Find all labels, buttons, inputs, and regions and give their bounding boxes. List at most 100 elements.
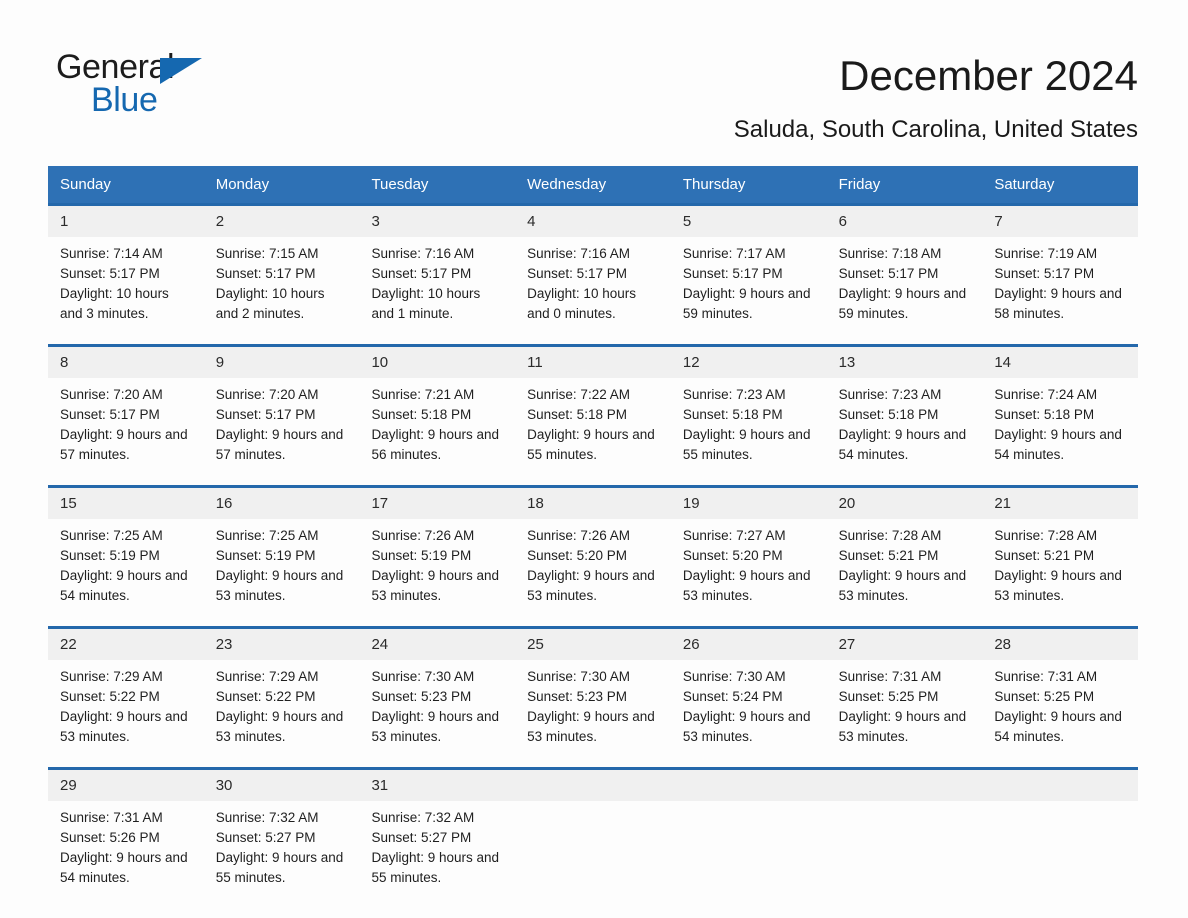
day-details: Sunrise: 7:32 AM Sunset: 5:27 PM Dayligh… <box>204 801 360 898</box>
day-cell[interactable]: 17 Sunrise: 7:26 AM Sunset: 5:19 PM Dayl… <box>359 488 516 616</box>
week-row: 22 Sunrise: 7:29 AM Sunset: 5:22 PM Dayl… <box>48 626 1139 757</box>
sunrise-text: Sunrise: 7:17 AM <box>682 246 786 261</box>
day-number: 11 <box>515 347 671 378</box>
day-cell[interactable]: 15 Sunrise: 7:25 AM Sunset: 5:19 PM Dayl… <box>48 488 204 616</box>
day-number: 19 <box>670 488 827 519</box>
day-details: Sunrise: 7:27 AM Sunset: 5:20 PM Dayligh… <box>671 519 827 616</box>
daylight-text: Daylight: 9 hours and 53 minutes. <box>994 568 1122 603</box>
sunset-text: Sunset: 5:20 PM <box>527 548 627 563</box>
day-number: 16 <box>203 488 360 519</box>
daylight-text: Daylight: 9 hours and 53 minutes. <box>838 709 967 744</box>
daylight-text: Daylight: 10 hours and 2 minutes. <box>215 286 325 321</box>
day-cell[interactable]: 30 Sunrise: 7:32 AM Sunset: 5:27 PM Dayl… <box>203 770 360 898</box>
daylight-text: Daylight: 9 hours and 53 minutes. <box>371 709 500 744</box>
week-row: 8 Sunrise: 7:20 AM Sunset: 5:17 PM Dayli… <box>48 344 1139 475</box>
day-cell[interactable]: 27 Sunrise: 7:31 AM Sunset: 5:25 PM Dayl… <box>826 629 983 757</box>
sunset-text: Sunset: 5:18 PM <box>994 407 1095 422</box>
day-cell[interactable]: 1 Sunrise: 7:14 AM Sunset: 5:17 PM Dayli… <box>48 206 204 334</box>
week-row: 15 Sunrise: 7:25 AM Sunset: 5:19 PM Dayl… <box>48 485 1139 616</box>
sunset-text: Sunset: 5:17 PM <box>371 266 472 281</box>
daylight-text: Daylight: 9 hours and 55 minutes. <box>371 850 500 885</box>
day-cell[interactable]: 8 Sunrise: 7:20 AM Sunset: 5:17 PM Dayli… <box>48 347 204 475</box>
weekday-header-row: Sunday Monday Tuesday Wednesday Thursday… <box>48 166 1138 203</box>
sunset-text: Sunset: 5:18 PM <box>838 407 939 422</box>
day-cell[interactable]: 13 Sunrise: 7:23 AM Sunset: 5:18 PM Dayl… <box>826 347 983 475</box>
day-number: 28 <box>982 629 1139 660</box>
day-cell-empty <box>670 770 827 898</box>
day-details: Sunrise: 7:23 AM Sunset: 5:18 PM Dayligh… <box>671 378 827 475</box>
day-cell[interactable]: 12 Sunrise: 7:23 AM Sunset: 5:18 PM Dayl… <box>670 347 827 475</box>
day-cell[interactable]: 2 Sunrise: 7:15 AM Sunset: 5:17 PM Dayli… <box>203 206 360 334</box>
daylight-text: Daylight: 9 hours and 54 minutes. <box>994 709 1122 744</box>
sunset-text: Sunset: 5:27 PM <box>215 830 316 845</box>
day-cell-empty <box>826 770 983 898</box>
day-number: 2 <box>203 206 360 237</box>
sunrise-text: Sunrise: 7:23 AM <box>682 387 786 402</box>
day-number: 14 <box>982 347 1139 378</box>
day-cell[interactable]: 3 Sunrise: 7:16 AM Sunset: 5:17 PM Dayli… <box>359 206 516 334</box>
day-cell-empty <box>982 770 1139 898</box>
sunset-text: Sunset: 5:19 PM <box>371 548 472 563</box>
sunset-text: Sunset: 5:19 PM <box>215 548 316 563</box>
daylight-text: Daylight: 9 hours and 57 minutes. <box>60 427 188 462</box>
sunset-text: Sunset: 5:22 PM <box>215 689 316 704</box>
day-cell[interactable]: 26 Sunrise: 7:30 AM Sunset: 5:24 PM Dayl… <box>670 629 827 757</box>
day-cell[interactable]: 20 Sunrise: 7:28 AM Sunset: 5:21 PM Dayl… <box>826 488 983 616</box>
sunrise-text: Sunrise: 7:30 AM <box>682 669 786 684</box>
day-number <box>515 770 671 801</box>
day-cell[interactable]: 11 Sunrise: 7:22 AM Sunset: 5:18 PM Dayl… <box>515 347 671 475</box>
day-cell[interactable]: 10 Sunrise: 7:21 AM Sunset: 5:18 PM Dayl… <box>359 347 516 475</box>
day-cell[interactable]: 31 Sunrise: 7:32 AM Sunset: 5:27 PM Dayl… <box>359 770 516 898</box>
day-cell[interactable]: 25 Sunrise: 7:30 AM Sunset: 5:23 PM Dayl… <box>515 629 671 757</box>
day-cell[interactable]: 5 Sunrise: 7:17 AM Sunset: 5:17 PM Dayli… <box>670 206 827 334</box>
day-cell[interactable]: 24 Sunrise: 7:30 AM Sunset: 5:23 PM Dayl… <box>359 629 516 757</box>
day-cell[interactable]: 22 Sunrise: 7:29 AM Sunset: 5:22 PM Dayl… <box>48 629 204 757</box>
sunset-text: Sunset: 5:19 PM <box>60 548 160 563</box>
sunset-text: Sunset: 5:18 PM <box>527 407 627 422</box>
sunset-text: Sunset: 5:23 PM <box>527 689 627 704</box>
sunset-text: Sunset: 5:21 PM <box>838 548 939 563</box>
daylight-text: Daylight: 9 hours and 53 minutes. <box>527 709 655 744</box>
sunset-text: Sunset: 5:17 PM <box>838 266 939 281</box>
general-blue-logo[interactable]: General Blue <box>56 48 206 117</box>
page-title: December 2024 <box>839 52 1138 99</box>
sunset-text: Sunset: 5:17 PM <box>527 266 627 281</box>
sunset-text: Sunset: 5:25 PM <box>994 689 1095 704</box>
day-cell[interactable]: 14 Sunrise: 7:24 AM Sunset: 5:18 PM Dayl… <box>982 347 1139 475</box>
day-details: Sunrise: 7:19 AM Sunset: 5:17 PM Dayligh… <box>982 237 1138 334</box>
sunrise-sunset-calendar: Sunday Monday Tuesday Wednesday Thursday… <box>48 166 1139 898</box>
day-cell[interactable]: 23 Sunrise: 7:29 AM Sunset: 5:22 PM Dayl… <box>203 629 360 757</box>
day-number: 25 <box>515 629 671 660</box>
day-number: 12 <box>670 347 827 378</box>
day-cell-empty <box>515 770 671 898</box>
day-details: Sunrise: 7:22 AM Sunset: 5:18 PM Dayligh… <box>515 378 671 475</box>
sunrise-text: Sunrise: 7:26 AM <box>371 528 475 543</box>
day-number: 1 <box>48 206 204 237</box>
day-cell[interactable]: 16 Sunrise: 7:25 AM Sunset: 5:19 PM Dayl… <box>203 488 360 616</box>
day-cell[interactable]: 4 Sunrise: 7:16 AM Sunset: 5:17 PM Dayli… <box>515 206 671 334</box>
day-cell[interactable]: 21 Sunrise: 7:28 AM Sunset: 5:21 PM Dayl… <box>982 488 1139 616</box>
day-details: Sunrise: 7:17 AM Sunset: 5:17 PM Dayligh… <box>671 237 827 334</box>
day-cell[interactable]: 6 Sunrise: 7:18 AM Sunset: 5:17 PM Dayli… <box>826 206 983 334</box>
day-cell[interactable]: 19 Sunrise: 7:27 AM Sunset: 5:20 PM Dayl… <box>670 488 827 616</box>
sunset-text: Sunset: 5:17 PM <box>682 266 783 281</box>
day-cell[interactable]: 9 Sunrise: 7:20 AM Sunset: 5:17 PM Dayli… <box>203 347 360 475</box>
day-details: Sunrise: 7:30 AM Sunset: 5:23 PM Dayligh… <box>359 660 515 757</box>
day-cell[interactable]: 28 Sunrise: 7:31 AM Sunset: 5:25 PM Dayl… <box>982 629 1139 757</box>
day-details: Sunrise: 7:14 AM Sunset: 5:17 PM Dayligh… <box>48 237 204 334</box>
day-cell[interactable]: 18 Sunrise: 7:26 AM Sunset: 5:20 PM Dayl… <box>515 488 671 616</box>
sunrise-text: Sunrise: 7:23 AM <box>838 387 942 402</box>
sunset-text: Sunset: 5:17 PM <box>215 266 316 281</box>
sunset-text: Sunset: 5:18 PM <box>682 407 783 422</box>
weekday-header-thursday: Thursday <box>682 176 746 193</box>
week-row: 29 Sunrise: 7:31 AM Sunset: 5:26 PM Dayl… <box>48 767 1139 898</box>
day-number <box>826 770 983 801</box>
weekday-header-wednesday: Wednesday <box>527 176 607 193</box>
sunrise-text: Sunrise: 7:26 AM <box>527 528 630 543</box>
day-cell[interactable]: 7 Sunrise: 7:19 AM Sunset: 5:17 PM Dayli… <box>982 206 1139 334</box>
day-cell[interactable]: 29 Sunrise: 7:31 AM Sunset: 5:26 PM Dayl… <box>48 770 204 898</box>
sunrise-text: Sunrise: 7:29 AM <box>60 669 163 684</box>
calendar-page: General Blue December 2024 Saluda, South… <box>0 0 1188 918</box>
weekday-header-monday: Monday <box>215 176 270 193</box>
day-number: 15 <box>48 488 204 519</box>
